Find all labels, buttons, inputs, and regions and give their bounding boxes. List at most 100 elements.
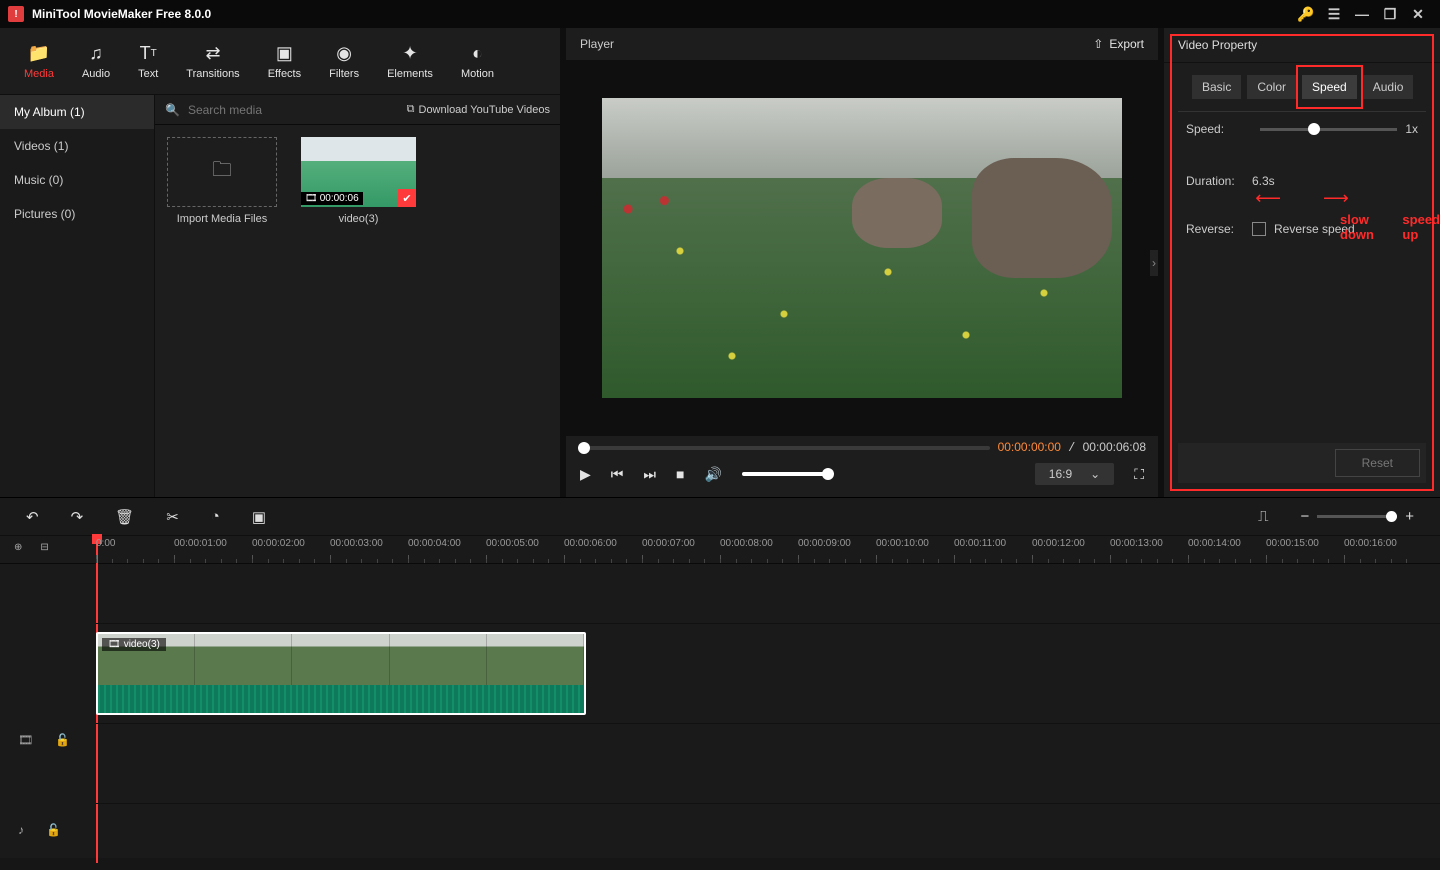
tab-text[interactable]: TT Text [138,42,158,80]
zoom-out-button[interactable]: − [1300,508,1309,525]
text-icon: TT [140,42,157,64]
check-icon: ✔ [398,189,416,207]
clip-name: video(3) [339,213,379,225]
music-icon: ♫ [89,42,103,64]
speed-slider[interactable] [1260,128,1397,131]
category-tabs: 📁 Media ♫ Audio TT Text ⇄ Transitions ▣ … [0,28,560,95]
tab-transitions[interactable]: ⇄ Transitions [186,42,239,80]
download-youtube-link[interactable]: ⧉ Download YouTube Videos [407,103,550,116]
fullscreen-button[interactable]: ⛶ [1134,466,1144,483]
ruler-tick: 00:00:13:00 [1110,536,1188,563]
audio-track[interactable] [96,724,1440,804]
ruler-tick: 0:00 [96,536,174,563]
speed-label: Speed: [1186,122,1252,136]
search-icon: 🔍 [165,103,180,117]
menu-icon[interactable]: ☰ [1320,6,1348,23]
sidebar-item-videos[interactable]: Videos (1) [0,129,154,163]
ruler-tick: 00:00:05:00 [486,536,564,563]
tab-filters[interactable]: ◉ Filters [329,42,359,80]
overlay-track[interactable] [96,564,1440,624]
lock-icon[interactable]: 🔓 [46,823,61,837]
prop-tab-color[interactable]: Color [1247,75,1296,99]
ruler-tick: 00:00:12:00 [1032,536,1110,563]
effects-icon: ▣ [276,42,293,64]
video-icon: 🎞 [305,193,318,204]
reverse-checkbox[interactable] [1252,222,1266,236]
ruler-tick: 00:00:04:00 [408,536,486,563]
minimize-button[interactable]: — [1348,6,1376,22]
ruler-tick: 00:00:15:00 [1266,536,1344,563]
clip-icon: 🎞 [108,639,121,650]
prev-frame-button[interactable]: ⏮ [611,466,624,483]
duration-value: 6.3s [1252,174,1275,188]
next-frame-button[interactable]: ⏭ [643,466,656,483]
crop-button[interactable]: ▣ [252,508,266,526]
remove-track-icon[interactable]: ⊟ [40,542,48,553]
split-button[interactable]: ✂ [166,508,179,526]
prop-tab-audio[interactable]: Audio [1363,75,1414,99]
zoom-in-button[interactable]: + [1405,508,1414,525]
video-track[interactable]: 🎞video(3) [96,624,1440,724]
search-input[interactable] [188,103,348,117]
player-title: Player [580,37,614,51]
speed-tool-button[interactable]: ◔ [211,508,220,525]
volume-slider[interactable] [742,472,832,476]
seek-bar[interactable] [578,446,990,450]
maximize-button[interactable]: ❐ [1376,6,1404,23]
prop-tab-speed[interactable]: Speed [1302,75,1357,99]
reset-button[interactable]: Reset [1335,449,1420,477]
delete-button[interactable]: 🗑 [115,508,134,526]
reverse-check-label: Reverse speed [1274,222,1355,236]
transitions-icon: ⇄ [205,42,220,64]
ruler-tick: 00:00:06:00 [564,536,642,563]
sidebar-item-music[interactable]: Music (0) [0,163,154,197]
sidebar-item-pictures[interactable]: Pictures (0) [0,197,154,231]
reverse-label: Reverse: [1186,222,1252,236]
filters-icon: ◉ [336,42,352,64]
import-media-button[interactable]: 🗀 [167,137,277,207]
ruler-tick: 00:00:11:00 [954,536,1032,563]
chevron-down-icon: ⌄ [1090,467,1100,481]
media-clip-thumb[interactable]: 🎞00:00:06 ✔ [301,137,416,207]
ruler-tick: 00:00:16:00 [1344,536,1422,563]
play-button[interactable]: ▶ [580,466,591,483]
magnet-icon[interactable]: ⎍ [1258,508,1269,525]
export-button[interactable]: ⇧ Export [1093,37,1144,51]
panel-collapse-handle[interactable]: › [1150,250,1158,276]
album-sidebar: My Album (1) Videos (1) Music (0) Pictur… [0,95,155,497]
ruler-tick: 00:00:02:00 [252,536,330,563]
tab-motion[interactable]: ◐ Motion [461,42,494,80]
volume-icon[interactable]: 🔊 [704,466,721,483]
tab-media[interactable]: 📁 Media [24,42,54,80]
prop-tab-basic[interactable]: Basic [1192,75,1241,99]
preview-canvas[interactable] [602,98,1122,398]
ruler-tick: 00:00:01:00 [174,536,252,563]
folder-open-icon: 🗀 [212,155,232,189]
redo-button[interactable]: ↷ [71,508,84,526]
tab-elements[interactable]: ✦ Elements [387,42,433,80]
time-display: 00:00:00:00 / 00:00:06:08 [998,440,1146,455]
aspect-ratio-select[interactable]: 16:9 ⌄ [1035,463,1114,485]
duration-label: Duration: [1186,174,1252,188]
import-label: Import Media Files [177,213,267,225]
add-track-icon[interactable]: ⊕ [14,542,22,553]
close-button[interactable]: ✕ [1404,6,1432,23]
undo-button[interactable]: ↶ [26,508,39,526]
ruler-tick: 00:00:10:00 [876,536,954,563]
sidebar-item-myalbum[interactable]: My Album (1) [0,95,154,129]
tab-effects[interactable]: ▣ Effects [268,42,301,80]
app-title: MiniTool MovieMaker Free 8.0.0 [32,7,211,21]
tab-audio[interactable]: ♫ Audio [82,42,110,80]
activate-key-icon[interactable]: 🔑 [1292,6,1320,23]
ruler-tick: 00:00:14:00 [1188,536,1266,563]
stop-button[interactable]: ■ [676,466,684,482]
download-icon: ⧉ [407,103,415,116]
ruler-tick: 00:00:09:00 [798,536,876,563]
timeline-ruler[interactable]: ⊕ ⊟ 0:0000:00:01:0000:00:02:0000:00:03:0… [0,536,1440,564]
folder-icon: 📁 [28,42,50,64]
motion-icon: ◐ [472,42,483,64]
timeline-clip[interactable]: 🎞video(3) [96,632,586,715]
lock-icon[interactable]: 🔓 [55,733,70,747]
video-track-icon: 🎞 [18,733,33,747]
zoom-slider[interactable] [1317,515,1397,518]
